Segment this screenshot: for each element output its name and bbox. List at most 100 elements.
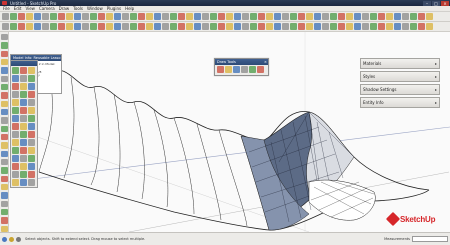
secondary-tool-icon[interactable] [218,23,225,30]
main-tool-icon[interactable] [154,13,161,20]
palette-tool-icon[interactable] [12,99,19,106]
left-tool-icon[interactable] [0,92,8,99]
secondary-tool-icon[interactable] [114,23,121,30]
secondary-tool-icon[interactable] [378,23,385,30]
chevron-right-icon[interactable]: ▸ [435,87,437,92]
palette-tool-icon[interactable] [28,131,35,138]
main-tool-icon[interactable] [266,13,273,20]
palette-tool-icon[interactable] [12,147,19,154]
menu-camera[interactable]: Camera [39,6,55,11]
secondary-tool-icon[interactable] [42,23,49,30]
main-tool-icon[interactable] [322,13,329,20]
left-tool-icon[interactable] [0,208,8,216]
secondary-tool-icon[interactable] [354,23,361,30]
palette-tool-icon[interactable] [20,163,27,170]
palette-tool-icon[interactable] [12,115,19,122]
palette-tool-icon[interactable] [12,179,19,186]
secondary-tool-icon[interactable] [2,23,9,30]
palette-tool-icon[interactable] [28,139,35,146]
menu-view[interactable]: View [25,6,35,11]
secondary-tool-icon[interactable] [178,23,185,30]
secondary-tool-icon[interactable] [266,23,273,30]
palette-tool-icon[interactable] [20,131,27,138]
chevron-right-icon[interactable]: ▸ [435,74,437,79]
secondary-tool-icon[interactable] [146,23,153,30]
float-tool-icon[interactable] [249,66,256,73]
left-tool-icon[interactable] [0,200,8,207]
menu-file[interactable]: File [3,6,10,11]
main-tool-icon[interactable] [226,13,233,20]
main-tool-icon[interactable] [114,13,121,20]
menu-plugins[interactable]: Plugins [107,6,121,11]
left-tool-icon[interactable] [0,142,8,149]
palette-tool-icon[interactable] [12,155,19,162]
palette-tool-icon[interactable] [12,171,19,178]
main-tool-icon[interactable] [386,13,393,20]
secondary-tool-icon[interactable] [122,23,129,30]
credits-icon[interactable] [9,236,14,242]
left-tool-icon[interactable] [0,58,8,66]
chevron-right-icon[interactable]: ▸ [435,100,437,105]
secondary-tool-icon[interactable] [370,23,377,30]
main-tool-icon[interactable] [354,13,361,20]
palette-tool-icon[interactable] [28,147,35,154]
palette-tool-icon[interactable] [12,75,19,82]
palette-tool-icon[interactable] [20,171,27,178]
main-tool-icon[interactable] [242,13,249,20]
main-tool-icon[interactable] [314,13,321,20]
left-tool-icon[interactable] [0,67,8,74]
secondary-tool-icon[interactable] [418,23,425,30]
secondary-tool-icon[interactable] [58,23,65,30]
secondary-tool-icon[interactable] [170,23,177,30]
menu-edit[interactable]: Edit [14,6,22,11]
palette-tool-icon[interactable] [20,139,27,146]
main-tool-icon[interactable] [82,13,89,20]
maximize-button[interactable]: □ [432,0,440,6]
secondary-tool-icon[interactable] [234,23,241,30]
palette-tool-icon[interactable] [20,75,27,82]
secondary-tool-icon[interactable] [426,23,433,30]
main-tool-icon[interactable] [290,13,297,20]
float-tool-icon[interactable] [217,66,224,73]
left-tool-icon[interactable] [0,175,8,182]
palette-tool-icon[interactable] [28,171,35,178]
palette-tool-icon[interactable] [28,91,35,98]
main-tool-icon[interactable] [362,13,369,20]
main-tool-icon[interactable] [210,13,217,20]
main-tool-icon[interactable] [106,13,113,20]
secondary-tool-icon[interactable] [66,23,73,30]
palette-tool-icon[interactable] [28,99,35,106]
secondary-tool-icon[interactable] [74,23,81,30]
palette-tool-icon[interactable] [28,115,35,122]
palette-tool-icon[interactable] [20,99,27,106]
menu-draw[interactable]: Draw [59,6,69,11]
main-tool-icon[interactable] [74,13,81,20]
main-tool-icon[interactable] [338,13,345,20]
left-tool-icon[interactable] [0,100,8,107]
main-tool-icon[interactable] [258,13,265,20]
tray-panel-styles[interactable]: Styles ▸ [360,71,440,82]
main-tool-icon[interactable] [298,13,305,20]
palette-tool-icon[interactable] [28,67,35,74]
main-tool-icon[interactable] [26,13,33,20]
left-tool-icon[interactable] [0,225,8,232]
secondary-tool-icon[interactable] [10,23,17,30]
secondary-tool-icon[interactable] [106,23,113,30]
secondary-tool-icon[interactable] [402,23,409,30]
palette-tool-icon[interactable] [28,83,35,90]
palette-tool-icon[interactable] [20,179,27,186]
left-tool-icon[interactable] [0,83,8,91]
tray-panel-entity-info[interactable]: Entity Info ▸ [360,97,440,108]
main-tool-icon[interactable] [426,13,433,20]
left-tool-icon[interactable] [0,158,8,166]
palette-tool-icon[interactable] [28,163,35,170]
main-tool-icon[interactable] [66,13,73,20]
palette-tool-icon[interactable] [12,67,19,74]
palette-tool-icon[interactable] [12,91,19,98]
left-tool-icon[interactable] [0,117,8,124]
main-tool-icon[interactable] [330,13,337,20]
left-tool-icon[interactable] [0,42,8,49]
main-tool-icon[interactable] [162,13,169,20]
palette-tool-icon[interactable] [28,75,35,82]
secondary-tool-icon[interactable] [410,23,417,30]
